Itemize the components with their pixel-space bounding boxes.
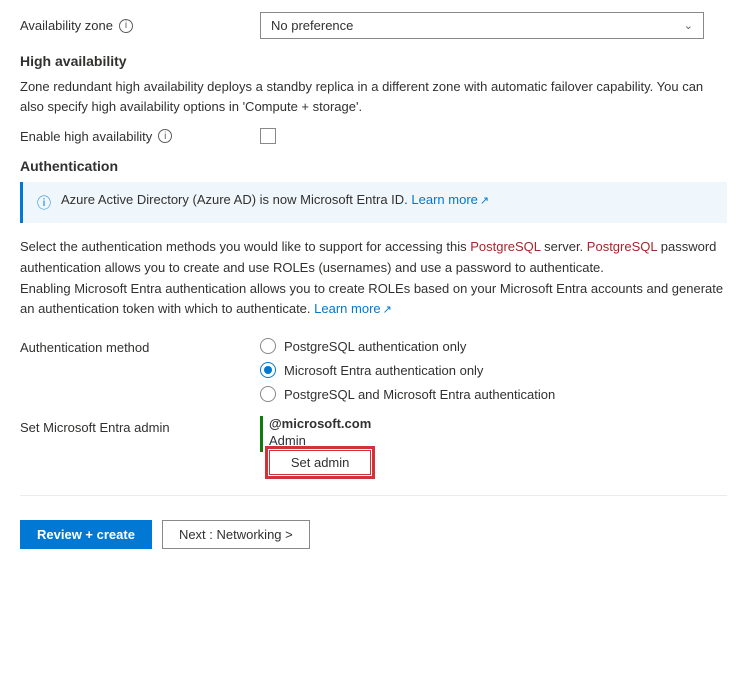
high-availability-description: Zone redundant high availability deploys… <box>20 77 727 116</box>
radio-entra-only-label: Microsoft Entra authentication only <box>284 363 483 378</box>
availability-zone-value: No preference <box>271 18 353 33</box>
review-create-button[interactable]: Review + create <box>20 520 152 549</box>
next-networking-label: Next : Networking > <box>179 527 293 542</box>
authentication-section: Authentication ⓘ Azure Active Directory … <box>20 158 727 475</box>
banner-text-content: Azure Active Directory (Azure AD) is now… <box>61 192 408 207</box>
radio-both[interactable]: PostgreSQL and Microsoft Entra authentic… <box>260 386 727 402</box>
enable-ha-label-col: Enable high availability i <box>20 129 260 144</box>
set-admin-label: Set Microsoft Entra admin <box>20 420 170 435</box>
review-create-label: Review + create <box>37 527 135 542</box>
external-link-icon-auth: ↗ <box>383 304 392 316</box>
radio-entra-only-outer[interactable] <box>260 362 276 378</box>
availability-zone-dropdown[interactable]: No preference ⌄ <box>260 12 704 39</box>
learn-more-banner-label: Learn more <box>411 192 477 207</box>
auth-method-label: Authentication method <box>20 340 149 355</box>
info-banner-text: Azure Active Directory (Azure AD) is now… <box>61 192 489 207</box>
high-availability-section: High availability Zone redundant high av… <box>20 53 727 144</box>
radio-postgresql-only-label: PostgreSQL authentication only <box>284 339 466 354</box>
availability-zone-info-icon[interactable]: i <box>119 19 133 33</box>
chevron-down-icon: ⌄ <box>684 19 693 32</box>
radio-entra-only[interactable]: Microsoft Entra authentication only <box>260 362 727 378</box>
set-admin-label-col: Set Microsoft Entra admin <box>20 416 260 435</box>
learn-more-banner-link[interactable]: Learn more↗ <box>411 192 489 207</box>
info-banner-icon: ⓘ <box>37 193 51 213</box>
radio-both-outer[interactable] <box>260 386 276 402</box>
info-banner: ⓘ Azure Active Directory (Azure AD) is n… <box>20 182 727 223</box>
admin-with-bar: @microsoft.com Admin Set admin <box>260 416 727 475</box>
enable-ha-row: Enable high availability i <box>20 128 727 144</box>
admin-content: @microsoft.com Admin Set admin <box>269 416 371 475</box>
admin-role-label: Admin <box>269 433 371 448</box>
radio-entra-only-inner <box>264 366 272 374</box>
auth-desc-part1: Select the authentication methods you wo… <box>20 239 716 275</box>
enable-ha-control <box>260 128 727 144</box>
footer-divider <box>20 495 727 496</box>
set-admin-control: @microsoft.com Admin Set admin <box>260 416 727 475</box>
enable-ha-checkbox-container <box>260 128 727 144</box>
authentication-title: Authentication <box>20 158 727 174</box>
admin-accent-bar <box>260 416 263 452</box>
main-container: Availability zone i No preference ⌄ High… <box>0 0 747 569</box>
availability-zone-label-col: Availability zone i <box>20 18 260 33</box>
radio-both-label: PostgreSQL and Microsoft Entra authentic… <box>284 387 555 402</box>
enable-ha-checkbox[interactable] <box>260 128 276 144</box>
auth-method-radio-group: PostgreSQL authentication only Microsoft… <box>260 338 727 402</box>
enable-ha-label: Enable high availability <box>20 129 152 144</box>
auth-method-label-col: Authentication method <box>20 338 260 355</box>
radio-postgresql-only-outer[interactable] <box>260 338 276 354</box>
external-link-icon-banner: ↗ <box>480 195 489 207</box>
footer-buttons: Review + create Next : Networking > <box>20 512 727 549</box>
radio-postgresql-only[interactable]: PostgreSQL authentication only <box>260 338 727 354</box>
auth-method-control: PostgreSQL authentication only Microsoft… <box>260 338 727 402</box>
auth-method-row: Authentication method PostgreSQL authent… <box>20 338 727 402</box>
set-admin-row: Set Microsoft Entra admin @microsoft.com… <box>20 416 727 475</box>
admin-email: @microsoft.com <box>269 416 371 431</box>
auth-description: Select the authentication methods you wo… <box>20 237 727 320</box>
set-admin-btn-label: Set admin <box>291 455 350 470</box>
learn-more-auth-label: Learn more <box>314 301 380 316</box>
availability-zone-label: Availability zone <box>20 18 113 33</box>
enable-ha-info-icon[interactable]: i <box>158 129 172 143</box>
availability-zone-row: Availability zone i No preference ⌄ <box>20 12 727 39</box>
learn-more-auth-link[interactable]: Learn more↗ <box>314 301 392 316</box>
high-availability-title: High availability <box>20 53 727 69</box>
availability-zone-control: No preference ⌄ <box>260 12 727 39</box>
next-networking-button[interactable]: Next : Networking > <box>162 520 310 549</box>
set-admin-button[interactable]: Set admin <box>269 450 371 475</box>
